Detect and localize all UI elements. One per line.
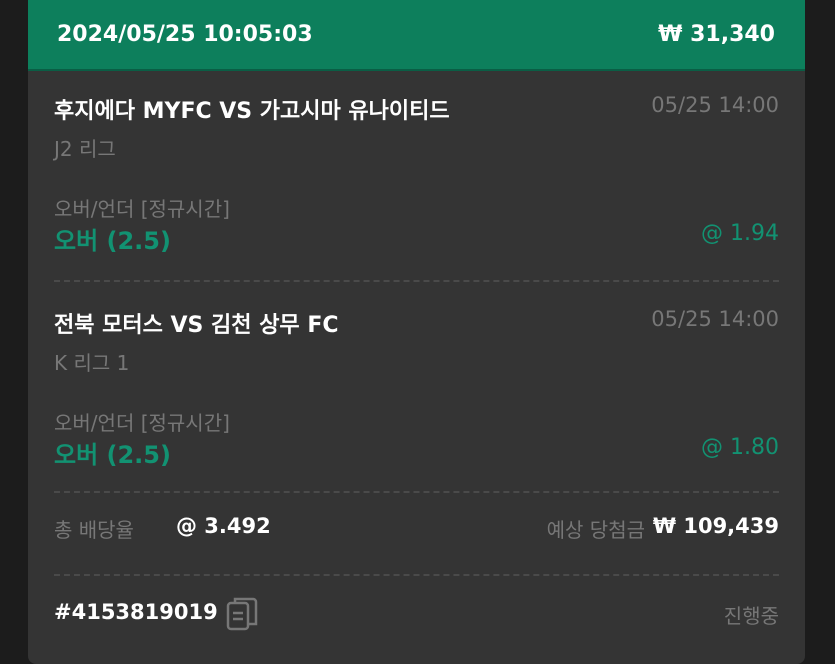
summary-row: 총 배당율 @ 3.492 예상 당첨금 ₩ 109,439 — [28, 508, 805, 548]
bet-datetime: 2024/05/25 10:05:03 — [57, 22, 313, 47]
slip-footer: #4153819019 진행중 — [28, 592, 805, 640]
total-odds-label: 총 배당율 — [54, 518, 134, 542]
slip-header: 2024/05/25 10:05:03 ₩ 31,340 — [28, 0, 805, 71]
bet-item: 후지에다 MYFC VS 가고시마 유나이티드 05/25 14:00 J2 리… — [28, 71, 805, 271]
match-title: 후지에다 MYFC VS 가고시마 유나이티드 — [54, 99, 450, 124]
stake-amount: ₩ 31,340 — [658, 22, 775, 47]
payout-label: 예상 당첨금 — [546, 518, 645, 542]
bet-status: 진행중 — [723, 604, 779, 628]
copy-icon[interactable] — [224, 595, 260, 635]
match-title: 전북 모터스 VS 김천 상무 FC — [54, 313, 339, 338]
selection-odds: @ 1.94 — [701, 221, 779, 246]
divider — [54, 491, 779, 493]
league-name: J2 리그 — [54, 137, 116, 161]
market-type: 오버/언더 [정규시간] — [54, 197, 230, 221]
total-odds-value: @ 3.492 — [176, 514, 271, 538]
selection: 오버 (2.5) — [54, 227, 171, 255]
divider — [54, 280, 779, 282]
match-time: 05/25 14:00 — [651, 93, 779, 117]
selection-odds: @ 1.80 — [701, 435, 779, 460]
bet-slip-card: 2024/05/25 10:05:03 ₩ 31,340 후지에다 MYFC V… — [28, 0, 805, 664]
payout-value: ₩ 109,439 — [652, 514, 779, 538]
match-time: 05/25 14:00 — [651, 307, 779, 331]
league-name: K 리그 1 — [54, 351, 130, 375]
selection: 오버 (2.5) — [54, 441, 171, 469]
market-type: 오버/언더 [정규시간] — [54, 411, 230, 435]
bet-item: 전북 모터스 VS 김천 상무 FC 05/25 14:00 K 리그 1 오버… — [28, 285, 805, 485]
ticket-id: #4153819019 — [54, 600, 218, 624]
divider — [54, 574, 779, 576]
